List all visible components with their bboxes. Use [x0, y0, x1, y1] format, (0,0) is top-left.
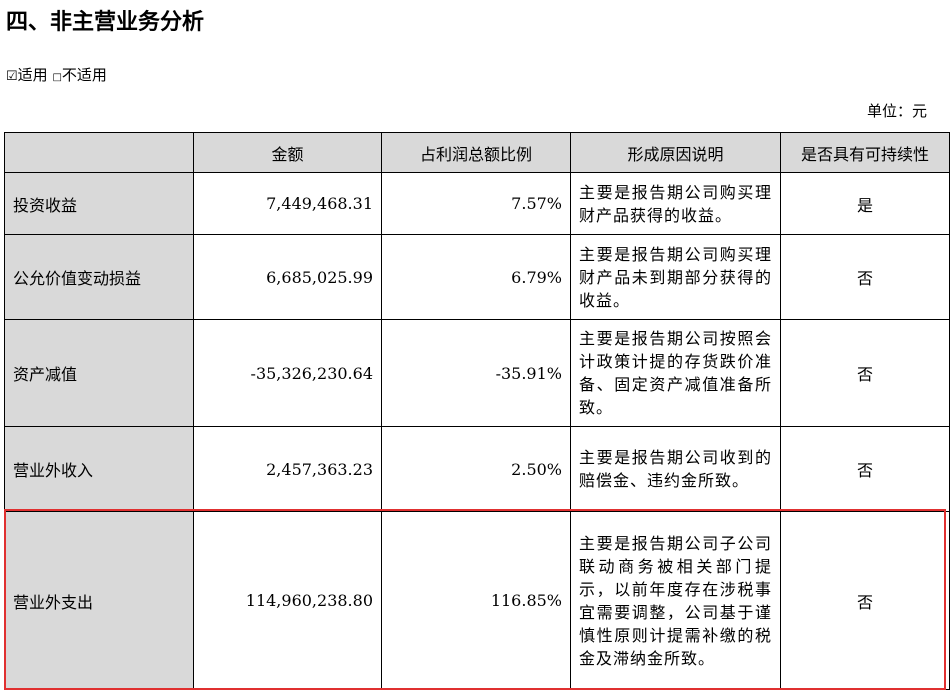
applicable-checkbox: ☑: [6, 69, 18, 84]
row-item: 公允价值变动损益: [4, 234, 194, 320]
table-row: 营业外支出 114,960,238.80 116.85% 主要是报告期公司子公司…: [4, 511, 950, 690]
row-sustainable: 否: [780, 234, 950, 320]
row-sustainable: 是: [780, 172, 950, 235]
non-core-business-table: 金额 占利润总额比例 形成原因说明 是否具有可持续性 投资收益 7,449,46…: [4, 132, 950, 690]
row-amount: 7,449,468.31: [193, 172, 382, 235]
row-ratio: -35.91%: [381, 319, 571, 427]
header-reason: 形成原因说明: [570, 132, 781, 173]
row-item: 营业外收入: [4, 426, 194, 512]
row-item: 营业外支出: [4, 511, 194, 690]
table-header-row: 金额 占利润总额比例 形成原因说明 是否具有可持续性: [4, 132, 950, 173]
row-ratio: 6.79%: [381, 234, 571, 320]
table-row: 营业外收入 2,457,363.23 2.50% 主要是报告期公司收到的赔偿金、…: [4, 426, 950, 512]
row-amount: 6,685,025.99: [193, 234, 382, 320]
table-row: 公允价值变动损益 6,685,025.99 6.79% 主要是报告期公司购买理财…: [4, 234, 950, 320]
unit-label: 单位：元: [866, 102, 927, 120]
row-amount: -35,326,230.64: [193, 319, 382, 427]
row-reason: 主要是报告期公司子公司联动商务被相关部门提示，以前年度存在涉税事宜需要调整，公司…: [570, 511, 781, 690]
not-applicable-label: 不适用: [61, 66, 107, 84]
row-reason: 主要是报告期公司购买理财产品未到期部分获得的收益。: [570, 234, 781, 320]
table-row: 投资收益 7,449,468.31 7.57% 主要是报告期公司购买理财产品获得…: [4, 172, 950, 235]
row-sustainable: 否: [780, 426, 950, 512]
row-ratio: 2.50%: [381, 426, 571, 512]
applicable-label: 适用: [17, 66, 48, 84]
not-applicable-checkbox: □: [52, 72, 62, 83]
section-title: 四、非主营业务分析: [6, 10, 205, 35]
header-item: [4, 132, 194, 173]
row-amount: 114,960,238.80: [193, 511, 382, 690]
row-reason: 主要是报告期公司按照会计政策计提的存货跌价准备、固定资产减值准备所致。: [570, 319, 781, 427]
row-sustainable: 否: [780, 511, 950, 690]
table-row: 资产减值 -35,326,230.64 -35.91% 主要是报告期公司按照会计…: [4, 319, 950, 427]
row-reason: 主要是报告期公司收到的赔偿金、违约金所致。: [570, 426, 781, 512]
row-ratio: 116.85%: [381, 511, 571, 690]
row-reason: 主要是报告期公司购买理财产品获得的收益。: [570, 172, 781, 235]
header-ratio: 占利润总额比例: [381, 132, 571, 173]
applicability-options: ☑适用 □不适用: [6, 64, 107, 85]
header-amount: 金额: [193, 132, 382, 173]
row-item: 投资收益: [4, 172, 194, 235]
row-sustainable: 否: [780, 319, 950, 427]
header-sustainable: 是否具有可持续性: [780, 132, 950, 173]
row-amount: 2,457,363.23: [193, 426, 382, 512]
row-ratio: 7.57%: [381, 172, 571, 235]
row-item: 资产减值: [4, 319, 194, 427]
